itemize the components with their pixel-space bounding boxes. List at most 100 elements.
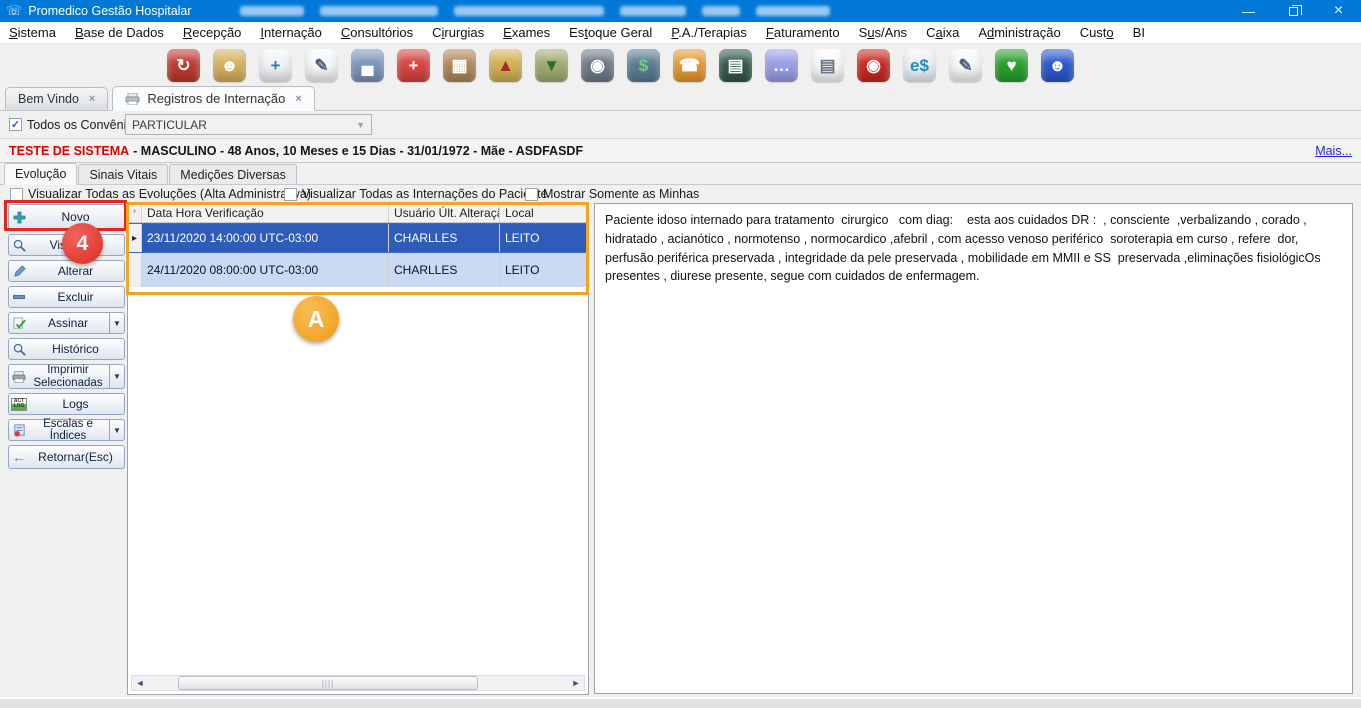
historico-button[interactable]: Histórico <box>8 338 125 360</box>
scrollbar-track[interactable]: |||| <box>148 676 568 690</box>
tab-registros-internacao[interactable]: Registros de Internação × <box>112 86 314 111</box>
ebilling-icon[interactable]: e$ <box>903 49 936 82</box>
imprimir-selecionadas-button[interactable]: Imprimir Selecionadas ▼ <box>8 364 125 389</box>
invoice-icon[interactable]: ▤ <box>811 49 844 82</box>
menu-faturamento[interactable]: Faturamento <box>766 25 840 40</box>
menu-cirurgias[interactable]: Cirurgias <box>432 25 484 40</box>
menu-bi[interactable]: BI <box>1133 25 1145 40</box>
alterar-button[interactable]: Alterar <box>8 260 125 282</box>
menu-base-de-dados[interactable]: Base de Dados <box>75 25 164 40</box>
printer-icon <box>9 371 29 383</box>
menu-estoque-geral[interactable]: Estoque Geral <box>569 25 652 40</box>
imprimir-dropdown-icon[interactable]: ▼ <box>109 365 124 388</box>
tab-sinais-vitais[interactable]: Sinais Vitais <box>78 164 168 184</box>
annotation-step-badge: 4 <box>62 223 103 264</box>
logs-icon: ACT LOG <box>9 398 29 411</box>
restore-button[interactable] <box>1271 0 1316 22</box>
finance-chart-icon[interactable]: $ <box>627 49 660 82</box>
tab-bem-vindo-close-icon[interactable]: × <box>89 93 95 105</box>
chevron-down-icon: ▼ <box>356 120 365 130</box>
cash-in-icon[interactable]: ▲ <box>489 49 522 82</box>
main-toolbar: ↻ ☻ + ✎ ▄ + ▦ ▲ ▼ ◉ $ ☎ ▤ … ▤ ◉ e$ ✎ ♥ ☻ <box>0 45 1361 86</box>
cb-todas-evolucoes-label: Visualizar Todas as Evoluções (Alta Admi… <box>28 187 311 201</box>
magnifier-icon <box>9 239 29 252</box>
menu-custo[interactable]: Custo <box>1080 25 1114 40</box>
restore-icon <box>1289 7 1298 16</box>
close-button[interactable]: × <box>1316 0 1361 22</box>
cb-somente-minhas[interactable]: Mostrar Somente as Minhas <box>525 187 699 201</box>
convenio-combo-value: PARTICULAR <box>132 118 207 132</box>
tab-bem-vindo-label: Bem Vindo <box>18 92 79 106</box>
excluir-button[interactable]: Excluir <box>8 286 125 308</box>
patients-folder-icon[interactable]: ☻ <box>213 49 246 82</box>
scroll-right-icon[interactable]: ► <box>568 678 584 688</box>
menu-exames[interactable]: Exames <box>503 25 550 40</box>
signature-icon <box>9 317 29 330</box>
escalas-indices-button[interactable]: Escalas e Índices ▼ <box>8 419 125 441</box>
cb-todas-internacoes-box[interactable] <box>284 188 297 201</box>
escalas-dropdown-icon[interactable]: ▼ <box>109 420 124 440</box>
menu-administracao[interactable]: Administração <box>978 25 1060 40</box>
hospital-bed-icon[interactable]: ▄ <box>351 49 384 82</box>
sync-patient-icon[interactable]: ↻ <box>167 49 200 82</box>
cb-todas-evolucoes[interactable]: Visualizar Todas as Evoluções (Alta Admi… <box>10 187 311 201</box>
view-options-row: Visualizar Todas as Evoluções (Alta Admi… <box>0 185 1361 203</box>
minimize-button[interactable]: — <box>1226 0 1271 22</box>
cb-todas-evolucoes-box[interactable] <box>10 188 23 201</box>
vitals-book-icon[interactable]: ♥ <box>995 49 1028 82</box>
tab-evolucao[interactable]: Evolução <box>4 163 77 185</box>
scrollbar-thumb[interactable]: |||| <box>178 676 478 690</box>
record-subtabs: Evolução Sinais Vitais Medições Diversas <box>0 163 1361 185</box>
shutdown-icon[interactable]: ◉ <box>857 49 890 82</box>
ambulance-icon[interactable]: + <box>397 49 430 82</box>
menu-recepcao[interactable]: Recepção <box>183 25 242 40</box>
menu-sus-ans[interactable]: Sus/Ans <box>859 25 907 40</box>
assinar-button[interactable]: Assinar ▼ <box>8 312 125 334</box>
menu-pa-terapias[interactable]: P.A./Terapias <box>671 25 747 40</box>
minus-icon <box>9 295 29 299</box>
tab-medicoes-diversas[interactable]: Medições Diversas <box>169 164 297 184</box>
status-strip <box>0 697 1361 708</box>
horizontal-scrollbar[interactable]: ◄ |||| ► <box>131 675 585 691</box>
menu-caixa[interactable]: Caixa <box>926 25 959 40</box>
retornar-button[interactable]: ← Retornar(Esc) <box>8 445 125 469</box>
menu-internacao[interactable]: Internação <box>260 25 321 40</box>
supplies-box-icon[interactable]: ▦ <box>443 49 476 82</box>
menu-bar: Sistema Base de Dados Recepção Internaçã… <box>0 22 1361 44</box>
todos-convenios-checkbox[interactable]: ✓ <box>9 118 22 131</box>
back-arrow-icon: ← <box>9 449 29 465</box>
cb-somente-minhas-box[interactable] <box>525 188 538 201</box>
cash-out-icon[interactable]: ▼ <box>535 49 568 82</box>
history-magnifier-icon <box>9 343 29 356</box>
window-title: Promedico Gestão Hospitalar <box>28 4 191 18</box>
cb-todas-internacoes[interactable]: Visualizar Todas as Internações do Pacie… <box>284 187 548 201</box>
chat-icon[interactable]: … <box>765 49 798 82</box>
convenio-combo[interactable]: PARTICULAR ▼ <box>125 114 372 135</box>
menu-sistema[interactable]: Sistema <box>9 25 56 40</box>
document-tab-bar: Bem Vindo × Registros de Internação × <box>0 86 1361 111</box>
tab-registros-label: Registros de Internação <box>147 91 285 106</box>
printer-icon <box>125 93 140 105</box>
cb-somente-minhas-label: Mostrar Somente as Minhas <box>543 187 699 201</box>
logs-button[interactable]: ACT LOG Logs <box>8 393 125 415</box>
mais-link[interactable]: Mais... <box>1315 144 1352 158</box>
redacted-text <box>240 6 830 16</box>
cb-todas-internacoes-label: Visualizar Todas as Internações do Pacie… <box>302 187 548 201</box>
safe-icon[interactable]: ◉ <box>581 49 614 82</box>
assinar-dropdown-icon[interactable]: ▼ <box>109 313 124 333</box>
menu-consultorios[interactable]: Consultórios <box>341 25 413 40</box>
app-icon: ☏ <box>6 3 22 19</box>
scroll-left-icon[interactable]: ◄ <box>132 678 148 688</box>
todos-convenios-label: Todos os Convênios <box>27 118 140 132</box>
tab-registros-close-icon[interactable]: × <box>295 93 301 105</box>
phonebook-icon[interactable]: ☎ <box>673 49 706 82</box>
doctor-icon[interactable]: + <box>259 49 292 82</box>
reference-book-icon[interactable]: ▤ <box>719 49 752 82</box>
tab-bem-vindo[interactable]: Bem Vindo × <box>5 87 108 110</box>
contract-icon[interactable]: ✎ <box>949 49 982 82</box>
prescription-icon[interactable]: ✎ <box>305 49 338 82</box>
annotation-region-badge: A <box>293 296 339 342</box>
contacts-book-icon[interactable]: ☻ <box>1041 49 1074 82</box>
patient-name: TESTE DE SISTEMA <box>9 144 129 158</box>
evolution-text-panel[interactable]: Paciente idoso internado para tratamento… <box>594 203 1353 694</box>
